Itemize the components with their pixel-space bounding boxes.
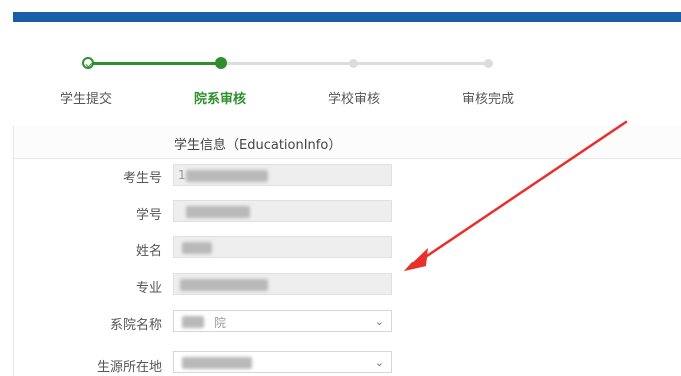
major-label: 专业: [135, 281, 162, 296]
origin-select[interactable]: ⌄: [173, 351, 392, 373]
step-label-department-review: 院系审核: [193, 92, 247, 107]
step-label-student-submit: 学生提交: [59, 92, 113, 107]
exam-no-field[interactable]: 1: [173, 164, 392, 186]
top-brand-bar: [13, 12, 681, 22]
step-label-school-review: 学校审核: [327, 92, 381, 107]
redacted-text: [180, 279, 268, 291]
step-pending-dot: [484, 59, 493, 68]
department-select[interactable]: 院 ⌄: [173, 310, 392, 332]
redacted-text: [186, 170, 268, 182]
step-line-2: [221, 62, 353, 65]
name-field[interactable]: [173, 236, 392, 258]
step-label-review-complete: 审核完成: [461, 92, 515, 107]
chevron-down-icon: ⌄: [374, 315, 384, 328]
step-active-dot: [215, 57, 227, 69]
step-line-1: [88, 62, 221, 65]
section-title: 学生信息（EducationInfo）: [174, 138, 342, 153]
step-line-3: [353, 62, 488, 65]
origin-label: 生源所在地: [96, 360, 162, 375]
department-label: 系院名称: [109, 318, 162, 333]
major-field[interactable]: [173, 273, 392, 295]
name-label: 姓名: [135, 244, 162, 259]
student-info-form: 学生信息（EducationInfo） 考生号 1 学号 姓名 专业 系院名称 …: [13, 126, 681, 376]
exam-no-value: 1: [178, 168, 186, 182]
chevron-down-icon: ⌄: [374, 356, 384, 369]
approval-stepper: 学生提交 院系审核 学校审核 审核完成: [13, 22, 681, 126]
exam-no-label: 考生号: [122, 171, 162, 186]
step-done-check-icon: [82, 57, 94, 69]
redacted-text: [182, 357, 252, 369]
department-value: 院: [214, 316, 227, 330]
step-pending-dot: [349, 59, 358, 68]
student-no-label: 学号: [135, 208, 162, 223]
section-header: 学生信息（EducationInfo）: [14, 126, 681, 159]
redacted-text: [182, 316, 204, 328]
redacted-text: [186, 206, 250, 218]
redacted-text: [182, 242, 212, 254]
student-no-field[interactable]: [173, 200, 392, 222]
